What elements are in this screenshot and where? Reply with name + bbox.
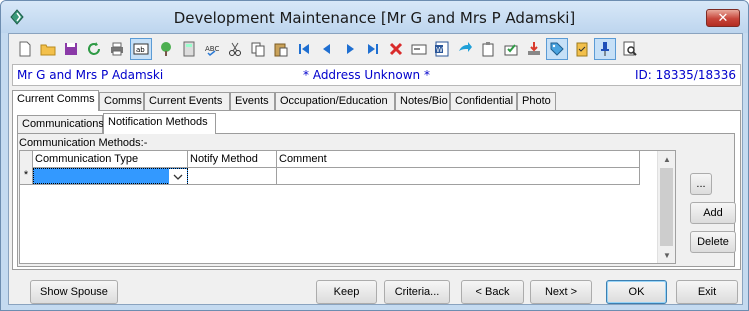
tab-photo[interactable]: Photo <box>517 92 556 110</box>
print-icon[interactable] <box>106 38 128 60</box>
column-comment[interactable]: Comment <box>277 151 640 168</box>
save-icon[interactable] <box>60 38 82 60</box>
title-bar: Development Maintenance [Mr G and Mrs P … <box>1 1 748 33</box>
column-notify-method[interactable]: Notify Method <box>188 151 277 168</box>
text-field-icon[interactable]: ab <box>130 38 152 60</box>
refresh-icon[interactable] <box>83 38 105 60</box>
copy-icon[interactable] <box>247 38 269 60</box>
record-info-bar: Mr G and Mrs P Adamski * Address Unknown… <box>12 64 741 86</box>
toolbar: ab ABC W <box>12 36 740 62</box>
checklist-icon[interactable] <box>571 38 593 60</box>
show-spouse-button[interactable]: Show Spouse <box>30 280 118 304</box>
tag-icon[interactable] <box>546 38 568 60</box>
scroll-down-icon[interactable]: ▼ <box>658 247 676 263</box>
scroll-thumb[interactable] <box>660 168 673 246</box>
criteria-button[interactable]: Criteria... <box>384 280 450 304</box>
notify-method-cell[interactable] <box>188 168 277 184</box>
main-tabs: Current Comms Comms Current Events Event… <box>12 90 741 111</box>
keep-button[interactable]: Keep <box>316 280 377 304</box>
ok-button[interactable]: OK <box>606 280 667 304</box>
tab-events[interactable]: Events <box>230 92 275 110</box>
contact-name: Mr G and Mrs P Adamski <box>17 68 164 82</box>
row-marker: * <box>20 168 33 184</box>
svg-text:ABC: ABC <box>205 45 219 53</box>
next-record-icon[interactable] <box>339 38 361 60</box>
paste-icon[interactable] <box>270 38 292 60</box>
first-record-icon[interactable] <box>293 38 315 60</box>
record-id: ID: 18335/18336 <box>634 68 736 82</box>
comment-cell[interactable] <box>277 168 640 184</box>
calculator-icon[interactable] <box>178 38 200 60</box>
previous-record-icon[interactable] <box>316 38 338 60</box>
approve-icon[interactable] <box>500 38 522 60</box>
spell-check-icon[interactable]: ABC <box>201 38 223 60</box>
clipboard-icon[interactable] <box>477 38 499 60</box>
close-button[interactable]: ✕ <box>706 9 740 27</box>
delete-button[interactable]: Delete <box>690 231 736 253</box>
address-status: * Address Unknown * <box>303 68 430 82</box>
new-document-icon[interactable] <box>14 38 36 60</box>
sub-tabs: Communications Notification Methods <box>17 113 717 134</box>
last-record-icon[interactable] <box>362 38 384 60</box>
tab-confidential[interactable]: Confidential <box>450 92 517 110</box>
more-button[interactable]: ... <box>690 173 712 195</box>
tab-notes-bio[interactable]: Notes/Bio <box>395 92 450 110</box>
column-communication-type[interactable]: Communication Type <box>33 151 188 168</box>
exit-button[interactable]: Exit <box>676 280 738 304</box>
notification-methods-panel: Communication Methods:- Communication Ty… <box>17 133 736 267</box>
communication-methods-grid: Communication Type Notify Method Comment… <box>19 150 676 264</box>
forward-icon[interactable] <box>454 38 476 60</box>
tab-current-events[interactable]: Current Events <box>144 92 230 110</box>
delete-icon[interactable] <box>385 38 407 60</box>
window-title: Development Maintenance [Mr G and Mrs P … <box>173 9 576 27</box>
tab-notification-methods[interactable]: Notification Methods <box>103 113 216 134</box>
communication-type-dropdown[interactable] <box>33 168 188 184</box>
row-header-corner <box>20 151 33 168</box>
svg-text:ab: ab <box>136 46 145 54</box>
add-button[interactable]: Add <box>690 202 736 224</box>
cut-icon[interactable] <box>224 38 246 60</box>
client-area: ab ABC W Mr G and Mrs P Adamski * Addres… <box>8 33 743 305</box>
tab-occupation-education[interactable]: Occupation/Education <box>275 92 395 110</box>
preview-icon[interactable] <box>619 38 641 60</box>
app-window: Development Maintenance [Mr G and Mrs P … <box>0 0 749 311</box>
table-row: * <box>20 168 640 185</box>
open-folder-icon[interactable] <box>37 38 59 60</box>
tab-communications[interactable]: Communications <box>17 115 104 133</box>
card-icon[interactable] <box>408 38 430 60</box>
download-icon[interactable] <box>523 38 545 60</box>
vertical-scrollbar[interactable]: ▲ ▼ <box>657 151 675 263</box>
current-comms-panel: Communications Notification Methods Comm… <box>12 110 741 270</box>
chevron-down-icon[interactable] <box>169 169 187 184</box>
tree-icon[interactable] <box>155 38 177 60</box>
grid-header: Communication Type Notify Method Comment <box>20 151 640 168</box>
scroll-up-icon[interactable]: ▲ <box>658 151 676 167</box>
tab-comms[interactable]: Comms <box>99 92 144 110</box>
section-label: Communication Methods:- <box>19 137 148 149</box>
svg-text:W: W <box>436 46 443 54</box>
pin-icon[interactable] <box>594 38 616 60</box>
back-button[interactable]: < Back <box>461 280 524 304</box>
next-button[interactable]: Next > <box>530 280 592 304</box>
word-document-icon[interactable]: W <box>431 38 453 60</box>
tab-current-comms[interactable]: Current Comms <box>12 90 99 111</box>
